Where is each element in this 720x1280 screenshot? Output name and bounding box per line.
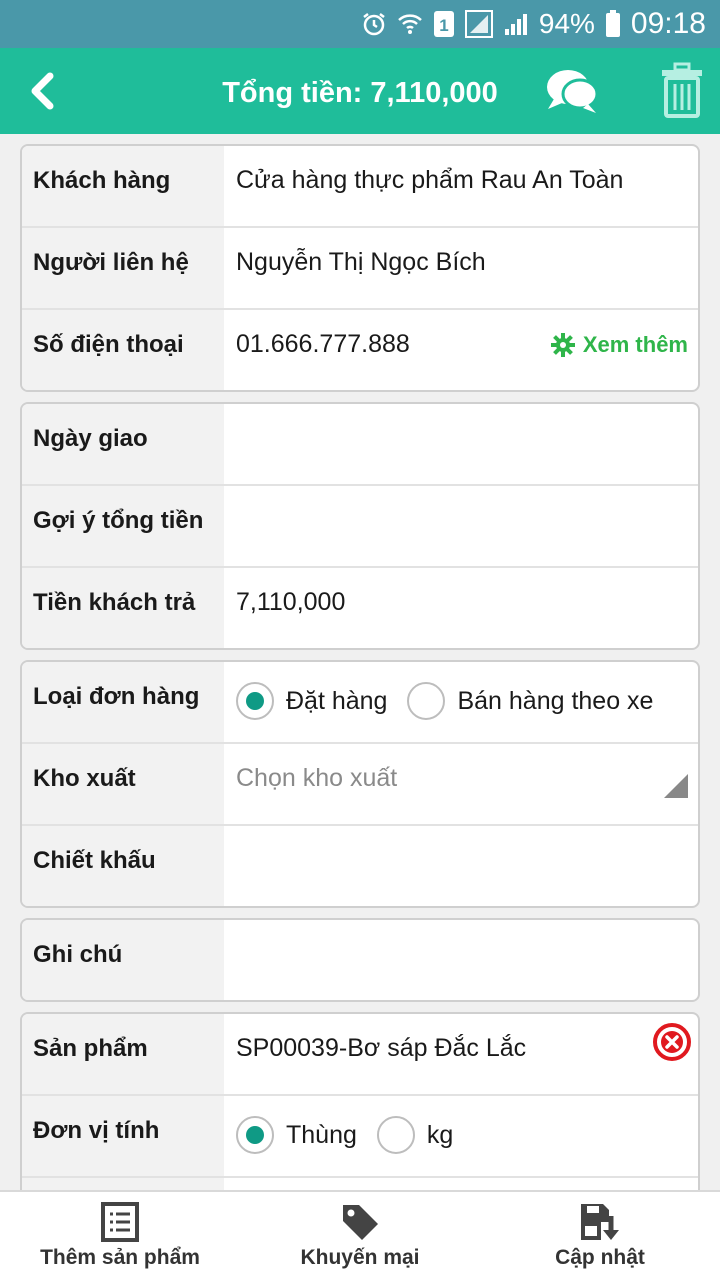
status-icons: 1 94% 09:18	[361, 0, 706, 48]
note-card: Ghi chú	[20, 918, 700, 1002]
back-button[interactable]	[22, 66, 62, 116]
close-circle-icon	[653, 1023, 691, 1061]
promotion-button[interactable]: Khuyến mại	[240, 1192, 480, 1280]
customer-row[interactable]: Khách hàng Cửa hàng thực phẩm Rau An Toà…	[22, 146, 698, 228]
suggest-total-field[interactable]	[236, 486, 698, 566]
product-row[interactable]: Sản phẩm SP00039-Bơ sáp Đắc Lắc	[22, 1014, 698, 1096]
delivery-date-label: Ngày giao	[22, 404, 224, 484]
signal-icon	[503, 11, 529, 37]
customer-card: Khách hàng Cửa hàng thực phẩm Rau An Toà…	[20, 144, 700, 392]
note-field[interactable]	[236, 920, 698, 1000]
view-more-label: Xem thêm	[582, 332, 688, 357]
order-type-row: Loại đơn hàng Đặt hàng Bán hàng theo xe	[22, 662, 698, 744]
order-type-option-label: Đặt hàng	[286, 686, 388, 715]
sim-badge-text: 1	[439, 16, 448, 35]
radio-checked-icon[interactable]	[236, 682, 274, 720]
customer-value: Cửa hàng thực phẩm Rau An Toàn	[236, 166, 624, 194]
paid-amount-row[interactable]: Tiền khách trả 7,110,000	[22, 568, 698, 648]
status-bar: 1 94% 09:18	[0, 0, 720, 48]
discount-field[interactable]	[236, 826, 698, 906]
add-product-label: Thêm sản phẩm	[40, 1246, 200, 1269]
gear-icon	[550, 333, 575, 357]
view-more-link[interactable]: Xem thêm	[550, 332, 688, 358]
bottom-action-bar: Thêm sản phẩm Khuyến mại Cập nhật	[0, 1190, 720, 1280]
suggest-total-row[interactable]: Gợi ý tổng tiền	[22, 486, 698, 568]
phone-row: Số điện thoại 01.666.777.888 Xem thêm	[22, 310, 698, 390]
product-label: Sản phẩm	[22, 1014, 224, 1094]
delivery-date-row[interactable]: Ngày giao	[22, 404, 698, 486]
add-product-button[interactable]: Thêm sản phẩm	[0, 1192, 240, 1280]
order-card: Loại đơn hàng Đặt hàng Bán hàng theo xe …	[20, 660, 700, 908]
unit-row: Đơn vị tính Thùng kg	[22, 1096, 698, 1178]
discount-row[interactable]: Chiết khấu	[22, 826, 698, 906]
paid-amount-label: Tiền khách trả	[22, 568, 224, 648]
payment-card: Ngày giao Gợi ý tổng tiền Tiền khách trả…	[20, 402, 700, 650]
clock: 09:18	[630, 7, 706, 40]
order-type-label: Loại đơn hàng	[22, 662, 224, 742]
product-value: SP00039-Bơ sáp Đắc Lắc	[236, 1034, 527, 1062]
contact-value: Nguyễn Thị Ngọc Bích	[236, 248, 486, 276]
unit-radio-group: Thùng kg	[236, 1116, 473, 1154]
discount-label: Chiết khấu	[22, 826, 224, 906]
chat-button[interactable]	[544, 66, 600, 116]
unit-option-box[interactable]: Thùng	[236, 1116, 357, 1154]
product-card: Sản phẩm SP00039-Bơ sáp Đắc Lắc Đơn vị t…	[20, 1012, 700, 1212]
contact-label: Người liên hệ	[22, 228, 224, 308]
warehouse-select[interactable]: Chọn kho xuất	[236, 744, 698, 824]
order-type-option-truck-sale[interactable]: Bán hàng theo xe	[407, 682, 653, 720]
app-header: Tổng tiền: 7,110,000	[0, 48, 720, 134]
order-type-option-label: Bán hàng theo xe	[457, 686, 654, 715]
update-button[interactable]: Cập nhật	[480, 1192, 720, 1280]
customer-label: Khách hàng	[22, 146, 224, 226]
tag-icon	[343, 1205, 378, 1240]
phone-label: Số điện thoại	[22, 310, 224, 390]
trash-icon	[662, 62, 702, 118]
order-type-radio-group: Đặt hàng Bán hàng theo xe	[236, 682, 673, 720]
chat-bubbles-icon	[547, 70, 599, 113]
unit-option-label: Thùng	[286, 1120, 357, 1149]
note-label: Ghi chú	[22, 920, 224, 1000]
save-download-icon	[581, 1204, 619, 1240]
remove-product-button[interactable]	[652, 1022, 692, 1062]
list-icon	[101, 1202, 139, 1242]
update-label: Cập nhật	[555, 1246, 645, 1269]
wifi-icon	[397, 11, 423, 37]
unit-option-label: kg	[426, 1120, 454, 1149]
page-title: Tổng tiền: 7,110,000	[222, 77, 498, 109]
sim-icon: 1	[433, 10, 455, 38]
warehouse-row[interactable]: Kho xuất Chọn kho xuất	[22, 744, 698, 826]
warehouse-label: Kho xuất	[22, 744, 224, 824]
delivery-date-field[interactable]	[236, 404, 698, 484]
order-type-option-preorder[interactable]: Đặt hàng	[236, 682, 387, 720]
dropdown-arrow-icon[interactable]	[664, 774, 688, 798]
unit-option-kg[interactable]: kg	[376, 1116, 454, 1154]
contact-row[interactable]: Người liên hệ Nguyễn Thị Ngọc Bích	[22, 228, 698, 310]
battery-percent: 94%	[538, 8, 595, 39]
unit-label: Đơn vị tính	[22, 1096, 224, 1176]
promotion-label: Khuyến mại	[300, 1246, 420, 1269]
radio-unchecked-icon[interactable]	[407, 682, 446, 720]
suggest-total-label: Gợi ý tổng tiền	[22, 486, 224, 566]
radio-checked-icon[interactable]	[236, 1116, 274, 1154]
chevron-left-icon	[31, 72, 54, 110]
note-row[interactable]: Ghi chú	[22, 920, 698, 1000]
signal-box-icon	[464, 10, 493, 38]
radio-unchecked-icon[interactable]	[376, 1116, 415, 1154]
alarm-icon	[361, 11, 387, 37]
battery-icon	[605, 10, 621, 38]
paid-amount-field[interactable]: 7,110,000	[236, 568, 698, 648]
delete-button[interactable]	[660, 62, 704, 120]
